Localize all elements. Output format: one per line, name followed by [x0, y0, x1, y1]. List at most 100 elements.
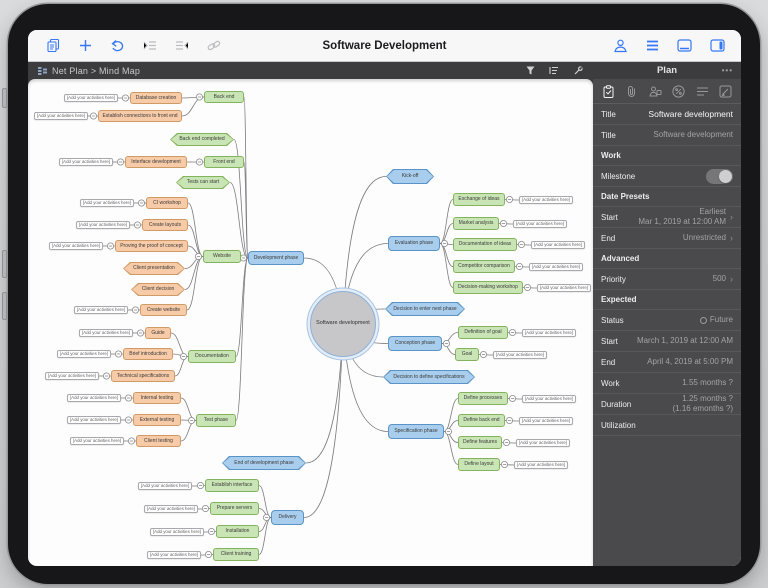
mindmap-node-center[interactable]: Software development [310, 291, 376, 357]
mindmap-placeholder-ph-cw[interactable]: [Add your activities here] [74, 306, 128, 314]
inspector-tab-percent-icon[interactable] [672, 85, 685, 98]
mindmap-node-guide[interactable]: Guide [145, 327, 171, 339]
mindmap-placeholder-ph-df[interactable]: [Add your activities here] [516, 439, 570, 447]
collapse-toggle[interactable] [125, 417, 131, 423]
user-icon[interactable] [613, 38, 628, 53]
mindmap-node-frontend[interactable]: Front end [204, 156, 244, 168]
inspector-tab-attachment-icon[interactable] [625, 85, 638, 98]
collapse-toggle[interactable] [188, 417, 194, 423]
mindmap-node-goal[interactable]: Goal [455, 348, 479, 361]
wrench-icon[interactable] [573, 66, 583, 76]
collapse-toggle[interactable] [138, 200, 144, 206]
collapse-toggle[interactable] [196, 159, 202, 165]
collapse-toggle[interactable] [263, 514, 269, 520]
collapse-toggle[interactable] [202, 505, 208, 511]
layout-bottom-icon[interactable] [677, 39, 692, 52]
mindmap-placeholder-ph-ex[interactable]: [Add your activities here] [519, 196, 573, 204]
collapse-toggle[interactable] [480, 351, 486, 357]
mindmap-node-ciworkshop[interactable]: CI workshop [146, 197, 188, 209]
collapse-toggle[interactable] [122, 95, 128, 101]
inspector-row-start[interactable]: StartEarliest Mar 1, 2019 at 12:00 AM› [593, 207, 741, 228]
mindmap-placeholder-ph-in[interactable]: [Add your activities here] [150, 528, 204, 536]
mindmap-node-testphase[interactable]: Test phase [196, 414, 236, 427]
collapse-toggle[interactable] [134, 222, 140, 228]
mindmap-node-competitor[interactable]: Competitor comparison [453, 260, 515, 273]
inspector-row-milestone[interactable]: Milestone [593, 166, 741, 187]
mindmap-canvas[interactable]: Software developmentDevelopment phaseBac… [28, 79, 593, 566]
mindmap-placeholder-ph-bi[interactable]: [Add your activities here] [57, 350, 111, 358]
collapse-toggle[interactable] [197, 482, 203, 488]
mindmap-node-createlayouts[interactable]: Create layouts [142, 219, 188, 231]
mindmap-node-exchange[interactable]: Exchange of ideas [453, 193, 505, 206]
collapse-toggle[interactable] [128, 438, 134, 444]
collapse-toggle[interactable] [516, 263, 522, 269]
mindmap-node-interfacedev[interactable]: Interface development [125, 156, 187, 168]
mindmap-placeholder-ph-db2[interactable]: [Add your activities here] [519, 417, 573, 425]
collapse-toggle[interactable] [117, 159, 123, 165]
milestone-toggle[interactable] [706, 169, 733, 184]
collapse-toggle[interactable] [443, 340, 449, 346]
collapse-toggle[interactable] [506, 417, 512, 423]
collapse-toggle[interactable] [107, 243, 113, 249]
mindmap-node-prepservers[interactable]: Prepare servers [210, 502, 259, 515]
mindmap-placeholder-ph-est[interactable]: [Add your activities here] [34, 112, 88, 120]
collapse-toggle[interactable] [518, 241, 524, 247]
mindmap-node-createwebsite[interactable]: Create website [140, 304, 187, 316]
inspector-menu-button[interactable]: ••• [722, 66, 733, 75]
mindmap-placeholder-ph-ci[interactable]: [Add your activities here] [80, 199, 134, 207]
collapse-toggle[interactable] [503, 439, 509, 445]
mindmap-node-defgoal[interactable]: Definition of goal [458, 326, 508, 339]
collapse-toggle[interactable] [509, 395, 515, 401]
collapse-toggle[interactable] [132, 307, 138, 313]
mindmap-placeholder-ph-it[interactable]: [Add your activities here] [67, 394, 121, 402]
mindmap-node-backendcomp[interactable]: Back end completed [170, 133, 234, 146]
mindmap-node-inttest[interactable]: Internal testing [133, 392, 181, 404]
collapse-toggle[interactable] [240, 255, 246, 261]
mindmap-placeholder-ph-pr[interactable]: [Add your activities here] [49, 242, 103, 250]
mindmap-node-proving[interactable]: Proving the proof of concept [115, 240, 188, 252]
inspector-tab-edit-icon[interactable] [719, 85, 732, 98]
breadcrumb[interactable]: Net Plan > Mind Map [52, 66, 140, 76]
mindmap-node-conception[interactable]: Conception phase [388, 336, 442, 351]
mindmap-placeholder-ph-ma[interactable]: [Add your activities here] [513, 220, 567, 228]
mindmap-node-endofdev[interactable]: End of development phase [222, 456, 306, 470]
mindmap-placeholder-ph-ei[interactable]: [Add your activities here] [138, 482, 192, 490]
mindmap-node-kickoff[interactable]: Kick-off [386, 169, 434, 184]
add-icon[interactable] [79, 39, 92, 52]
mindmap-placeholder-ph-dg[interactable]: [Add your activities here] [522, 329, 576, 337]
mindmap-placeholder-ph-cl[interactable]: [Add your activities here] [76, 221, 130, 229]
mindmap-node-techspec[interactable]: Technical specifications [111, 370, 175, 382]
inspector-tab-resources-icon[interactable] [649, 85, 662, 98]
mindmap-node-dbcreation[interactable]: Database creation [130, 92, 182, 104]
mindmap-node-decnext[interactable]: Decision to enter next phase [385, 302, 465, 316]
mindmap-node-estconn[interactable]: Establish connections to front end [98, 110, 182, 122]
mindmap-placeholder-ph-db[interactable]: [Add your activities here] [64, 94, 118, 102]
mindmap-placeholder-ph-go[interactable]: [Add your activities here] [493, 351, 547, 359]
inspector-tab-fields-icon[interactable] [696, 85, 709, 98]
mindmap-placeholder-ph-et[interactable]: [Add your activities here] [67, 416, 121, 424]
collapse-toggle[interactable] [137, 330, 143, 336]
collapse-toggle[interactable] [180, 353, 186, 359]
mindmap-placeholder-ph-cc[interactable]: [Add your activities here] [529, 263, 583, 271]
mindmap-node-defback[interactable]: Define back end [458, 414, 505, 427]
mindmap-node-clientdec[interactable]: Client decision [131, 283, 185, 296]
inspector-row-priority[interactable]: Priority500› [593, 269, 741, 290]
collapse-toggle[interactable] [208, 528, 214, 534]
mindmap-node-delivery[interactable]: Delivery [271, 510, 304, 525]
collapse-toggle[interactable] [205, 551, 211, 557]
mindmap-placeholder-ph-gd[interactable]: [Add your activities here] [79, 329, 133, 337]
mindmap-placeholder-ph-dp[interactable]: [Add your activities here] [522, 395, 576, 403]
undo-icon[interactable] [110, 39, 125, 52]
inspector-tab-clipboard-icon[interactable] [602, 85, 615, 98]
mindmap-node-briefintro[interactable]: Brief introduction [123, 348, 173, 360]
template-documents-icon[interactable] [46, 38, 61, 53]
layout-right-icon[interactable] [710, 39, 725, 52]
mindmap-node-testsstart[interactable]: Tests can start [176, 176, 230, 189]
mindmap-node-estinterface[interactable]: Establish interface [205, 479, 259, 492]
collapse-toggle[interactable] [506, 196, 512, 202]
collapse-toggle[interactable] [195, 253, 201, 259]
collapse-toggle[interactable] [441, 240, 447, 246]
mindmap-node-deffeat[interactable]: Define features [458, 436, 502, 449]
menu-icon[interactable] [646, 40, 659, 51]
mindmap-placeholder-ph-dl[interactable]: [Add your activities here] [514, 461, 568, 469]
